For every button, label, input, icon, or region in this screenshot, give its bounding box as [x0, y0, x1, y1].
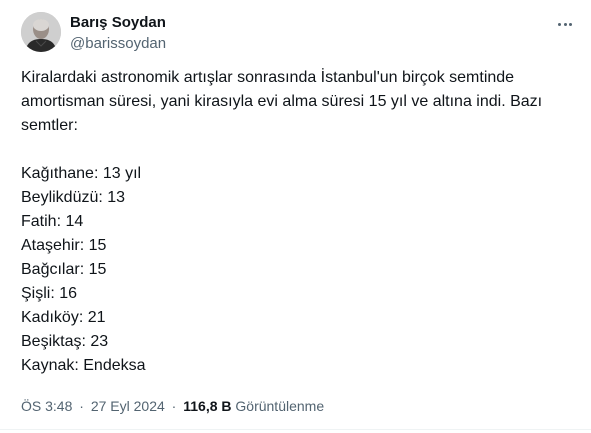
source-line: Kaynak: Endeksa	[21, 357, 146, 374]
author-handle[interactable]: @barissoydan	[70, 34, 166, 54]
author-display-name[interactable]: Barış Soydan	[70, 13, 166, 33]
meta-separator: ·	[79, 398, 84, 414]
avatar[interactable]	[21, 12, 61, 52]
district-line: Beşiktaş: 23	[21, 333, 109, 350]
views-label: Görüntülenme	[235, 398, 325, 414]
district-line: Beylikdüzü: 13	[21, 189, 126, 206]
district-line: Fatih: 14	[21, 213, 84, 230]
tweet-intro-line: amortisman süresi, yani kirasıyla evi al…	[21, 93, 543, 110]
district-line: Kadıköy: 21	[21, 309, 106, 326]
tweet-text: Kiralardaki astronomik artışlar sonrasın…	[21, 66, 581, 378]
meta-separator: ·	[171, 398, 177, 414]
tweet-card: Barış Soydan @barissoydan Kiralardaki as…	[0, 0, 591, 433]
tweet-time[interactable]: ÖS 3:48	[21, 398, 72, 414]
district-line: Kağıthane: 13 yıl	[21, 165, 142, 182]
tweet-date[interactable]: 27 Eyl 2024	[91, 398, 165, 414]
views-count[interactable]: 116,8 B	[183, 398, 231, 414]
district-line: Bağcılar: 15	[21, 261, 107, 278]
tweet-meta: ÖS 3:48 · 27 Eyl 2024 · 116,8 B Görüntül…	[21, 397, 324, 415]
district-line: Şişli: 16	[21, 285, 78, 302]
author-info: Barış Soydan @barissoydan	[70, 13, 166, 54]
more-options-button[interactable]	[553, 12, 577, 36]
divider	[0, 429, 591, 430]
tweet-intro-line: semtler:	[21, 117, 78, 134]
district-line: Ataşehir: 15	[21, 237, 107, 254]
avatar-image	[21, 12, 61, 52]
tweet-intro-line: Kiralardaki astronomik artışlar sonrasın…	[21, 69, 515, 86]
more-horizontal-icon	[557, 22, 574, 26]
